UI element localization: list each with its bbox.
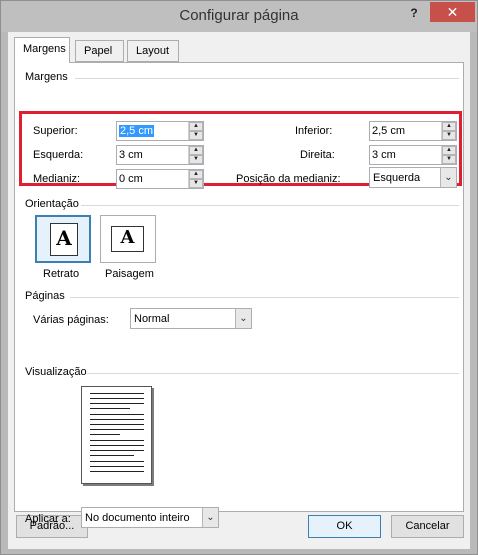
bottom-margin-value: 2,5 cm: [372, 125, 406, 137]
gutter-label: Medianiz:: [33, 173, 81, 185]
spin-down-icon[interactable]: ▼: [442, 131, 456, 140]
spin-down-icon[interactable]: ▼: [442, 155, 456, 164]
apply-to-label: Aplicar a:: [25, 513, 71, 525]
gutter-position-select[interactable]: Esquerda ⌄: [369, 167, 457, 188]
cancel-button[interactable]: Cancelar: [391, 515, 464, 538]
page-setup-dialog: Configurar página ? ✕ Margens Papel Layo…: [0, 0, 478, 555]
top-margin-value: 2,5 cm: [119, 125, 155, 137]
spin-up-icon[interactable]: ▲: [189, 122, 203, 131]
title-bar: Configurar página ? ✕: [1, 1, 477, 32]
gutter-position-value: Esquerda: [373, 172, 421, 184]
spin-down-icon[interactable]: ▼: [189, 155, 203, 164]
gutter-spinner[interactable]: 0 cm ▲ ▼: [116, 169, 204, 189]
margins-section-label: Margens: [25, 71, 68, 83]
preview-page-thumbnail: [81, 386, 152, 484]
orientation-divider: [81, 205, 459, 206]
multiple-pages-label: Várias páginas:: [33, 314, 109, 326]
landscape-page-icon: A: [111, 226, 144, 252]
top-margin-label: Superior:: [33, 125, 78, 137]
landscape-label: Paisagem: [105, 268, 154, 280]
gutter-position-label: Posição da medianiz:: [236, 173, 341, 185]
tab-layout[interactable]: Layout: [127, 40, 179, 62]
gutter-value: 0 cm: [119, 173, 143, 185]
chevron-down-icon[interactable]: ⌄: [235, 309, 251, 328]
right-margin-spinner[interactable]: 3 cm ▲ ▼: [369, 145, 457, 165]
tab-paper[interactable]: Papel: [75, 40, 124, 62]
dialog-content: Margens Papel Layout Margens Superior: 2…: [8, 32, 470, 549]
left-margin-spinner[interactable]: 3 cm ▲ ▼: [116, 145, 204, 165]
preview-section-label: Visualização: [25, 366, 87, 378]
tab-panel-margins: Margens Superior: 2,5 cm ▲ ▼ Inferior: 2…: [14, 62, 464, 528]
bottom-margin-label: Inferior:: [295, 125, 333, 137]
apply-to-value: No documento inteiro: [85, 512, 190, 524]
spin-down-icon[interactable]: ▼: [189, 179, 203, 188]
left-margin-value: 3 cm: [119, 149, 143, 161]
ok-button[interactable]: OK: [308, 515, 381, 538]
chevron-down-icon[interactable]: ⌄: [202, 508, 218, 527]
landscape-button[interactable]: A: [100, 215, 156, 263]
pages-section-label: Páginas: [25, 290, 65, 302]
apply-to-select[interactable]: No documento inteiro ⌄: [81, 507, 219, 528]
right-margin-label: Direita:: [300, 149, 335, 161]
spin-up-icon[interactable]: ▲: [189, 146, 203, 155]
multiple-pages-value: Normal: [134, 313, 170, 325]
bottom-margin-spinner[interactable]: 2,5 cm ▲ ▼: [369, 121, 457, 141]
orientation-section-label: Orientação: [25, 198, 79, 210]
margins-divider: [75, 78, 459, 79]
spin-up-icon[interactable]: ▲: [442, 146, 456, 155]
preview-divider: [87, 373, 459, 374]
spin-down-icon[interactable]: ▼: [189, 131, 203, 140]
portrait-button[interactable]: A: [35, 215, 91, 263]
spin-up-icon[interactable]: ▲: [189, 170, 203, 179]
portrait-label: Retrato: [43, 268, 80, 280]
chevron-down-icon[interactable]: ⌄: [440, 168, 456, 187]
tab-margins[interactable]: Margens: [14, 37, 70, 63]
help-button[interactable]: ?: [405, 4, 423, 22]
close-button[interactable]: ✕: [430, 2, 475, 22]
spin-up-icon[interactable]: ▲: [442, 122, 456, 131]
right-margin-value: 3 cm: [372, 149, 396, 161]
multiple-pages-select[interactable]: Normal ⌄: [130, 308, 252, 329]
portrait-page-icon: A: [50, 223, 78, 256]
close-icon: ✕: [446, 4, 459, 20]
pages-divider: [70, 297, 459, 298]
top-margin-spinner[interactable]: 2,5 cm ▲ ▼: [116, 121, 204, 141]
left-margin-label: Esquerda:: [33, 149, 84, 161]
